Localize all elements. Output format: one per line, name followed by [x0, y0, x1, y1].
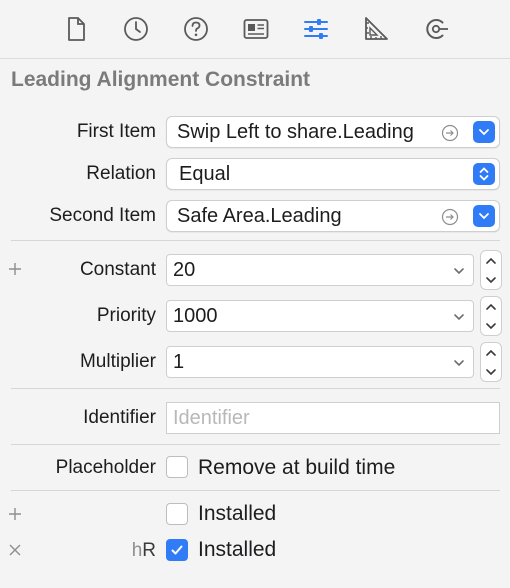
priority-stepper[interactable] — [480, 296, 502, 336]
size-class-label: hR — [132, 540, 156, 562]
stepper-down-icon[interactable] — [485, 367, 497, 377]
multiplier-stepper[interactable] — [480, 342, 502, 382]
divider — [11, 388, 500, 389]
go-to-item-icon[interactable] — [441, 124, 459, 142]
plus-icon[interactable] — [8, 262, 22, 276]
first-item-popup[interactable]: Swip Left to share.Leading — [166, 116, 500, 148]
remove-at-build-time-label[interactable]: Remove at build time — [198, 456, 395, 480]
divider — [11, 490, 500, 491]
installed-size-class-checkbox[interactable] — [166, 539, 188, 561]
checkmark-icon — [171, 545, 183, 555]
relation-value: Equal — [179, 163, 231, 185]
identifier-field[interactable] — [166, 402, 500, 434]
second-item-label: Second Item — [49, 205, 156, 226]
constant-combo[interactable]: 20 — [166, 254, 474, 286]
relation-label: Relation — [86, 163, 156, 184]
size-inspector-icon[interactable] — [359, 13, 393, 45]
first-item-value: Swip Left to share.Leading — [177, 121, 414, 143]
history-inspector-icon[interactable] — [119, 13, 153, 45]
constant-label: Constant — [79, 259, 156, 280]
chevron-down-icon[interactable] — [473, 121, 495, 143]
multiplier-label: Multiplier — [79, 351, 156, 372]
file-inspector-icon[interactable] — [59, 13, 93, 45]
placeholder-label: Placeholder — [55, 457, 156, 478]
constant-value: 20 — [173, 259, 196, 281]
stepper-up-icon[interactable] — [485, 256, 497, 266]
attributes-inspector-icon[interactable] — [299, 13, 333, 45]
constant-stepper[interactable] — [480, 250, 502, 290]
chevron-down-icon[interactable] — [453, 265, 465, 277]
stepper-down-icon[interactable] — [485, 321, 497, 331]
relation-popup[interactable]: Equal — [166, 158, 500, 190]
remove-at-build-time-checkbox[interactable] — [166, 456, 188, 478]
quick-help-icon[interactable] — [179, 13, 213, 45]
size-class-R: R — [142, 540, 156, 561]
multiplier-value: 1 — [173, 351, 185, 373]
identifier-input[interactable] — [167, 403, 499, 433]
chevron-down-icon[interactable] — [453, 357, 465, 369]
divider — [11, 240, 500, 241]
divider — [11, 444, 500, 445]
installed-label[interactable]: Installed — [198, 502, 276, 526]
stepper-down-icon[interactable] — [485, 275, 497, 285]
size-class-h: h — [131, 540, 143, 561]
priority-value: 1000 — [173, 305, 218, 327]
chevron-down-icon[interactable] — [473, 205, 495, 227]
second-item-popup[interactable]: Safe Area.Leading — [166, 200, 500, 232]
priority-combo[interactable]: 1000 — [166, 300, 474, 332]
updown-chevron-icon[interactable] — [473, 163, 495, 185]
stepper-up-icon[interactable] — [485, 302, 497, 312]
inspector-toolbar — [0, 0, 510, 59]
first-item-label: First Item — [76, 121, 156, 142]
chevron-down-icon[interactable] — [453, 311, 465, 323]
stepper-up-icon[interactable] — [485, 348, 497, 358]
second-item-value: Safe Area.Leading — [177, 205, 342, 227]
installed-checkbox[interactable] — [166, 503, 188, 525]
priority-label: Priority — [96, 305, 156, 326]
identifier-label: Identifier — [83, 407, 156, 428]
plus-icon[interactable] — [8, 507, 22, 521]
installed-size-class-label[interactable]: Installed — [198, 538, 276, 562]
go-to-item-icon[interactable] — [441, 208, 459, 226]
identity-inspector-icon[interactable] — [239, 13, 273, 45]
multiplier-combo[interactable]: 1 — [166, 346, 474, 378]
close-icon[interactable] — [8, 543, 22, 557]
connections-inspector-icon[interactable] — [419, 13, 453, 45]
section-title: Leading Alignment Constraint — [11, 68, 311, 91]
